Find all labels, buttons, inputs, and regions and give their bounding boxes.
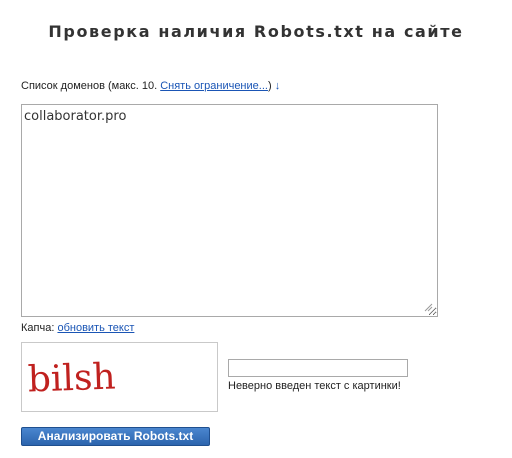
page-title: Проверка наличия Robots.txt на сайте [48, 22, 464, 41]
captcha-input[interactable] [228, 359, 408, 377]
remove-limit-link[interactable]: Снять ограничение... [160, 80, 268, 92]
domains-label-suffix: ) [267, 80, 272, 92]
domains-label-text: Список доменов (макс. 10. [21, 80, 161, 92]
captcha-label: Капча: обновить текст [21, 322, 134, 334]
domains-textarea[interactable] [21, 104, 438, 317]
arrow-down-icon[interactable]: ↓ [275, 80, 281, 92]
captcha-label-text: Капча: [21, 322, 58, 334]
analyze-robots-button[interactable]: Анализировать Robots.txt [21, 427, 210, 446]
refresh-captcha-link[interactable]: обновить текст [57, 322, 134, 334]
domains-label: Список доменов (макс. 10. Снять ограниче… [21, 80, 280, 92]
captcha-error-message: Неверно введен текст с картинки! [228, 380, 401, 392]
resize-grip-icon[interactable] [423, 302, 433, 312]
captcha-image: bilsh [21, 342, 218, 412]
captcha-text: bilsh [27, 356, 116, 400]
captcha-image-graphic: bilsh [27, 356, 116, 400]
